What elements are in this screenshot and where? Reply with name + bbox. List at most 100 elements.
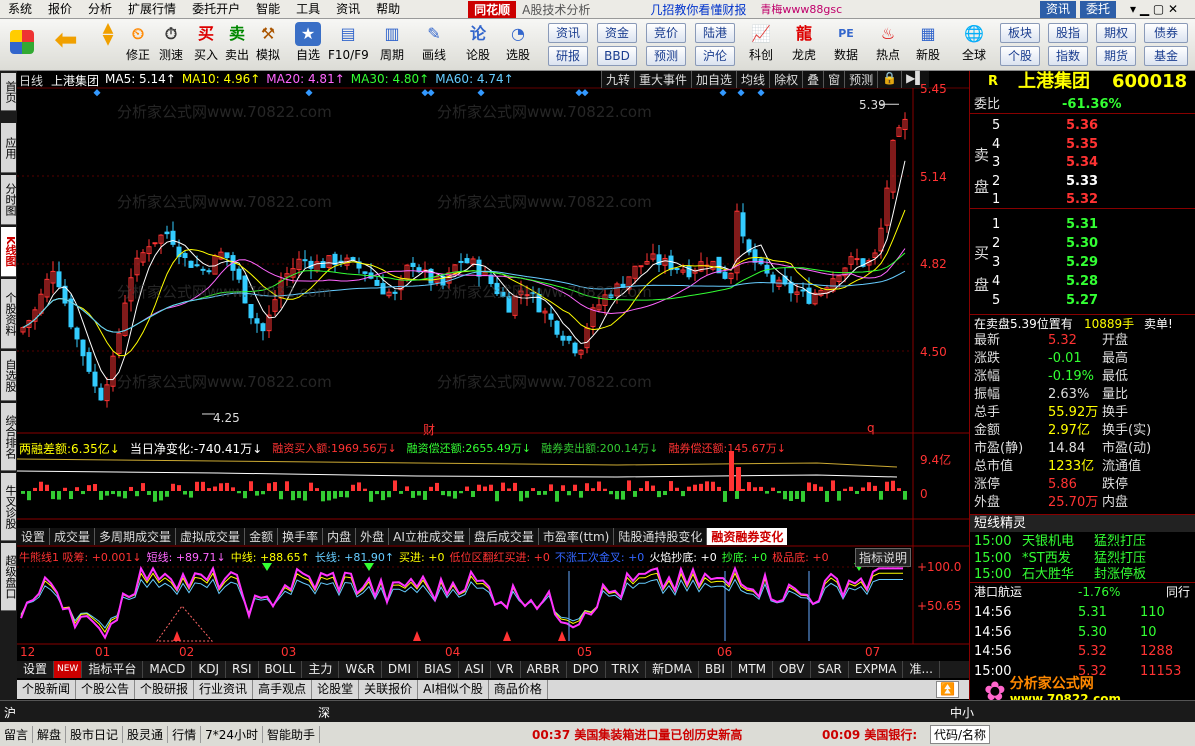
status-24h[interactable]: 7*24小时 (201, 725, 263, 743)
ind-tab-mtm[interactable]: MTM (732, 661, 773, 678)
stat-row[interactable]: 金额 2.97亿 换手(实) (970, 422, 1195, 440)
stock-picker-button[interactable]: ◔ 选股 (502, 22, 534, 68)
ind-tab-dpo[interactable]: DPO (567, 661, 606, 678)
tab-intraday[interactable]: 分时图 (1, 175, 17, 225)
news-ticker-2[interactable]: 00:09 美国银行: (822, 726, 917, 743)
up-down-button[interactable]: ▲ ▼ (92, 21, 124, 68)
q-marker[interactable]: q (867, 421, 875, 435)
forecast-button[interactable]: 预测 (646, 46, 686, 66)
tool-major-events[interactable]: 重大事件 (634, 71, 691, 88)
kline-chart-panel[interactable]: 日线 上港集团 MA5: 5.14↑ MA10: 4.96↑ MA20: 4.8… (17, 71, 969, 661)
status-market[interactable]: 行情 (168, 725, 202, 743)
news-menu-button[interactable]: 资讯 (1040, 1, 1077, 18)
ind-tab-main[interactable]: 主力 (302, 661, 340, 678)
data-button[interactable]: PE 数据 (830, 22, 862, 68)
buy-level-1[interactable]: 1 5.31 (970, 216, 1195, 234)
stat-row[interactable]: 总手 55.92万 换手 (970, 404, 1195, 422)
lock-icon[interactable]: 🔒 (877, 71, 901, 88)
menu-quote[interactable]: 报价 (40, 0, 80, 19)
menu-system[interactable]: 系统 (0, 0, 40, 19)
short-elves-header[interactable]: 短线精灵 (970, 514, 1195, 532)
vol-tab-ai[interactable]: AI立桩成交量 (389, 528, 470, 545)
elves-item[interactable]: 15:00 *ST西发 猛烈打压 (970, 550, 1195, 568)
ind-tab-expma[interactable]: EXPMA (849, 661, 904, 678)
auction-button[interactable]: 竞价 (646, 23, 686, 43)
vol-tab-turnover[interactable]: 换手率 (278, 528, 324, 545)
funds-button[interactable]: 资金 (597, 23, 637, 43)
stat-row[interactable]: 总市值 1233亿 流通值 (970, 458, 1195, 476)
home-button[interactable] (6, 22, 38, 68)
info-tab-ai-similar[interactable]: AI相似个股 (418, 680, 489, 699)
sell-button[interactable]: 卖卖出 (221, 22, 253, 68)
correct-button[interactable]: ⏲ 修正 (122, 22, 154, 68)
vol-tab-inner[interactable]: 内盘 (323, 528, 357, 545)
status-diary[interactable]: 股市日记 (66, 725, 124, 743)
period-button[interactable]: ▥ 周期 (376, 22, 408, 68)
vol-tab-virtual[interactable]: 虚拟成交量 (176, 528, 246, 545)
info-tab-forum[interactable]: 论股堂 (312, 680, 360, 699)
speed-test-button[interactable]: ⏱ 测速 (155, 22, 187, 68)
menu-trade[interactable]: 委托开户 (184, 0, 248, 19)
ind-tab-obv[interactable]: OBV (773, 661, 812, 678)
ind-tab-kdj[interactable]: KDJ (192, 661, 226, 678)
collapse-icon[interactable]: ⏫ (936, 681, 959, 698)
ind-tab-bbi[interactable]: BBI (699, 661, 732, 678)
tab-profile[interactable]: 个股资料 (1, 279, 17, 349)
index-button[interactable]: 指数 (1048, 46, 1088, 66)
ind-tab-arbr[interactable]: ARBR (521, 661, 567, 678)
elves-item[interactable]: 15:00 天银机电 猛烈打压 (970, 533, 1195, 551)
forum-button[interactable]: 论论股 (462, 22, 494, 68)
ind-tab-bias[interactable]: BIAS (418, 661, 459, 678)
menu-help[interactable]: 帮助 (368, 0, 408, 19)
sector-row[interactable]: 港口航运 -1.76% 同行 (970, 582, 1195, 600)
chart-period[interactable]: 日线 (19, 72, 43, 89)
index-futures-button[interactable]: 股指 (1048, 23, 1088, 43)
tab-home[interactable]: 首页 (1, 73, 17, 111)
buy-level-5[interactable]: 5 5.27 (970, 292, 1195, 310)
tab-super-level[interactable]: 超级盘口 (1, 543, 17, 611)
ind-tab-boll[interactable]: BOLL (259, 661, 303, 678)
sector-button[interactable]: 板块 (1000, 23, 1040, 43)
info-tab-related[interactable]: 关联报价 (359, 680, 419, 699)
status-assistant[interactable]: 智能助手 (263, 725, 320, 743)
indicator-help-button[interactable]: 指标说明 (855, 548, 912, 567)
kechuang-button[interactable]: 📈 科创 (745, 22, 777, 68)
draw-button[interactable]: ✎ 画线 (418, 22, 450, 68)
smb-index-label[interactable]: 中小 (950, 704, 974, 721)
info-tab-announce[interactable]: 个股公告 (76, 680, 136, 699)
tab-watchlist[interactable]: 自选股 (1, 351, 17, 401)
code-search-input[interactable]: 代码/名称 (930, 724, 991, 744)
buy-level-3[interactable]: 3 5.29 (970, 254, 1195, 272)
vol-tab-outer[interactable]: 外盘 (356, 528, 390, 545)
info-tab-news[interactable]: 个股新闻 (17, 680, 77, 699)
ind-tab-asi[interactable]: ASI (459, 661, 492, 678)
tab-apps[interactable]: 应用 (1, 123, 17, 173)
info-tab-experts[interactable]: 高手观点 (253, 680, 313, 699)
tool-forecast[interactable]: 预测 (844, 71, 877, 88)
trade-menu-button[interactable]: 委托 (1080, 1, 1117, 18)
sz-index-label[interactable]: 深 (318, 704, 330, 721)
info-tab-research[interactable]: 个股研报 (135, 680, 195, 699)
sell-level-2[interactable]: 2 5.33 (970, 173, 1195, 191)
menu-analysis[interactable]: 分析 (80, 0, 120, 19)
tick-row[interactable]: 14:56 5.32 1288 (970, 643, 1195, 661)
promo-link-2[interactable]: 青梅www88gsc (760, 1, 842, 17)
stat-row[interactable]: 涨幅 -0.19% 最低 (970, 368, 1195, 386)
menu-extended[interactable]: 扩展行情 (120, 0, 184, 19)
vol-tab-multiperiod[interactable]: 多周期成交量 (95, 528, 177, 545)
tool-add-watchlist[interactable]: 加自选 (691, 71, 736, 88)
hk-connect-button[interactable]: 陆港 (695, 23, 735, 43)
vol-tab-hk-holding[interactable]: 陆股通持股变化 (614, 528, 708, 545)
ind-tab-macd[interactable]: MACD (143, 661, 193, 678)
info-tab-commodity[interactable]: 商品价格 (489, 680, 548, 699)
ind-tab-more[interactable]: 准... (903, 661, 940, 678)
vol-tab-pe[interactable]: 市盈率(ttm) (539, 528, 615, 545)
ind-tab-wr[interactable]: W&R (339, 661, 382, 678)
stat-row[interactable]: 涨停 5.86 跌停 (970, 476, 1195, 494)
tab-kline[interactable]: K线图 (1, 227, 17, 277)
bbd-button[interactable]: BBD (597, 46, 637, 66)
tool-window[interactable]: 窗 (823, 71, 844, 88)
ind-tab-vr[interactable]: VR (491, 661, 521, 678)
vol-tab-volume[interactable]: 成交量 (50, 528, 96, 545)
vol-tab-amount[interactable]: 金额 (245, 528, 279, 545)
